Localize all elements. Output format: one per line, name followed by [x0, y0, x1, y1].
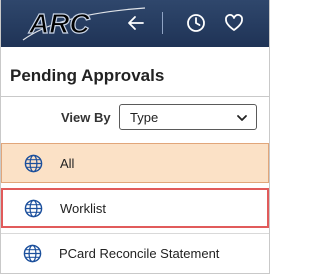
list-item-all[interactable]: All [1, 143, 269, 183]
history-clock-icon[interactable] [185, 12, 207, 34]
favorites-heart-icon[interactable] [223, 12, 245, 34]
title-divider [1, 96, 269, 97]
globe-icon [23, 244, 42, 263]
globe-icon [24, 154, 43, 173]
view-by-selected-value: Type [130, 110, 159, 125]
back-arrow-icon[interactable] [125, 12, 147, 34]
chevron-down-icon [237, 115, 247, 121]
header-bar: ARC [1, 0, 269, 47]
list-item-pcard-reconcile-statement[interactable]: PCard Reconcile Statement [1, 233, 269, 273]
globe-icon [24, 199, 43, 218]
toolbar-divider [162, 12, 163, 34]
app-frame: ARC Pending Approvals View By Type All W… [0, 0, 270, 274]
app-logo[interactable]: ARC [28, 7, 90, 40]
list-item-label: All [60, 156, 75, 171]
list-item-label: PCard Reconcile Statement [59, 246, 220, 261]
list-item-label: Worklist [60, 201, 106, 216]
view-by-select[interactable]: Type [119, 104, 257, 130]
view-by-label: View By [61, 110, 111, 125]
page-title: Pending Approvals [10, 66, 165, 85]
list-item-worklist[interactable]: Worklist [1, 188, 269, 228]
